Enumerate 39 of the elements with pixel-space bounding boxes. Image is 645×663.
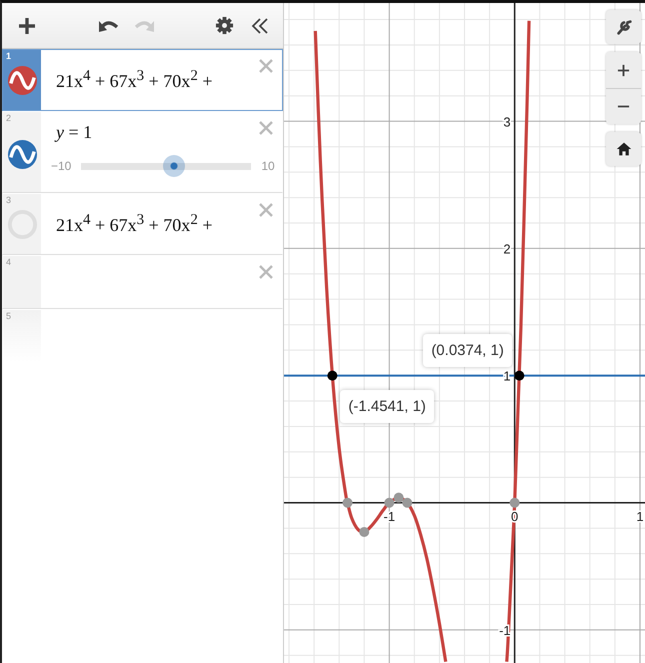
axis-label: 2 <box>503 241 511 256</box>
wave-icon[interactable] <box>6 64 38 96</box>
slider-max: 10 <box>261 159 275 173</box>
collapse-icon[interactable] <box>250 16 270 36</box>
settings-button[interactable] <box>606 10 641 44</box>
expression-number: 1 <box>6 51 12 61</box>
expression-text[interactable]: 21x$^{4}$ + 67x$^{3}$ + 70x$^{2}$ + <box>56 212 212 236</box>
expression-text[interactable]: 21x$^{4}$ + 67x$^{3}$ + 70x$^{2}$ + <box>56 68 212 92</box>
intersection-point[interactable] <box>514 370 524 381</box>
expression-row[interactable]: 1 21x$^{4}$ + 67x$^{3}$ + 70x$^{2}$ + <box>2 49 283 111</box>
intersection-point[interactable] <box>327 370 338 381</box>
point-marker[interactable] <box>510 498 520 508</box>
home-button[interactable] <box>606 132 641 166</box>
wrench-icon <box>614 18 632 36</box>
axis-label: 3 <box>503 114 511 130</box>
add-icon[interactable] <box>17 16 37 36</box>
point-label: (0.0374, 1) <box>423 334 512 367</box>
zoom-in-button[interactable] <box>606 52 641 88</box>
slider-min: −10 <box>51 159 72 173</box>
point-marker[interactable] <box>394 492 404 503</box>
expression-number: 3 <box>6 195 12 205</box>
axis-label: -1 <box>384 508 396 524</box>
point-marker[interactable] <box>342 498 353 508</box>
axis-label: 1 <box>636 508 644 524</box>
expression-number: 4 <box>6 257 12 267</box>
expression-number: 2 <box>6 113 12 123</box>
slider-thumb[interactable] <box>162 155 185 177</box>
point-label: (-1.4541, 1) <box>340 390 434 423</box>
expression-row[interactable]: 3 21x$^{4}$ + 67x$^{3}$ + 70x$^{2}$ + <box>2 193 283 255</box>
settings-icon[interactable] <box>215 16 234 35</box>
point-marker[interactable] <box>359 527 370 538</box>
point-marker[interactable] <box>384 498 394 508</box>
expression-text[interactable]: y = 1 <box>56 122 92 142</box>
expression-number: 5 <box>6 311 12 321</box>
expression-row[interactable]: 2 y = 1 −10 10 <box>2 111 283 193</box>
home-icon <box>616 141 632 157</box>
wave-icon[interactable] <box>6 138 38 170</box>
point-marker[interactable] <box>402 498 412 508</box>
plus-icon <box>617 64 630 76</box>
